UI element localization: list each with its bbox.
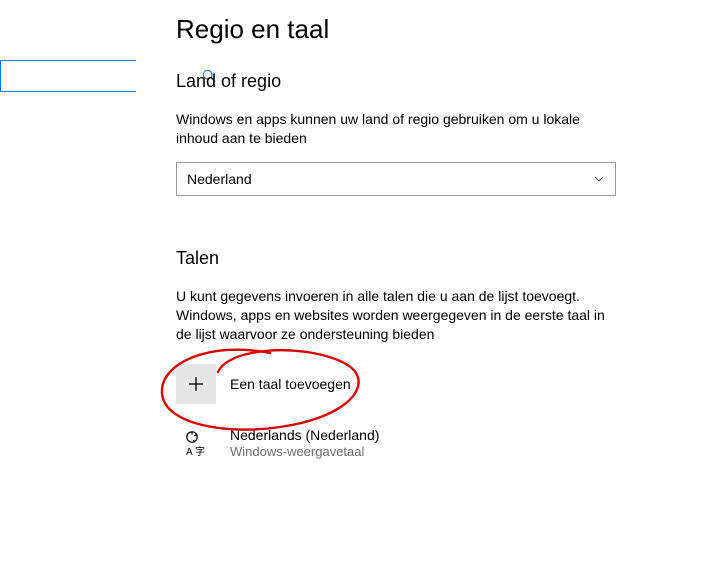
language-sublabel: Windows-weergavetaal bbox=[230, 444, 379, 459]
svg-text:A: A bbox=[186, 447, 193, 458]
search-box[interactable] bbox=[0, 60, 136, 92]
region-selected: Nederland bbox=[187, 171, 252, 187]
region-dropdown[interactable]: Nederland bbox=[176, 162, 616, 196]
region-desc: Windows en apps kunnen uw land of regio … bbox=[176, 110, 621, 148]
languages-desc: U kunt gegevens invoeren in alle talen d… bbox=[176, 287, 621, 344]
language-glyph-icon: A 字 bbox=[176, 428, 216, 458]
svg-text:字: 字 bbox=[195, 445, 205, 458]
language-item[interactable]: A 字 Nederlands (Nederland) Windows-weerg… bbox=[176, 419, 621, 467]
region-heading: Land of regio bbox=[176, 71, 621, 92]
languages-heading: Talen bbox=[176, 248, 621, 269]
chevron-down-icon bbox=[593, 173, 605, 185]
page-title: Regio en taal bbox=[176, 14, 621, 45]
plus-icon bbox=[176, 364, 216, 404]
search-input[interactable] bbox=[1, 61, 194, 91]
add-language-button[interactable]: Een taal toevoegen bbox=[176, 363, 621, 405]
add-language-label: Een taal toevoegen bbox=[230, 376, 351, 392]
language-name: Nederlands (Nederland) bbox=[230, 427, 379, 443]
